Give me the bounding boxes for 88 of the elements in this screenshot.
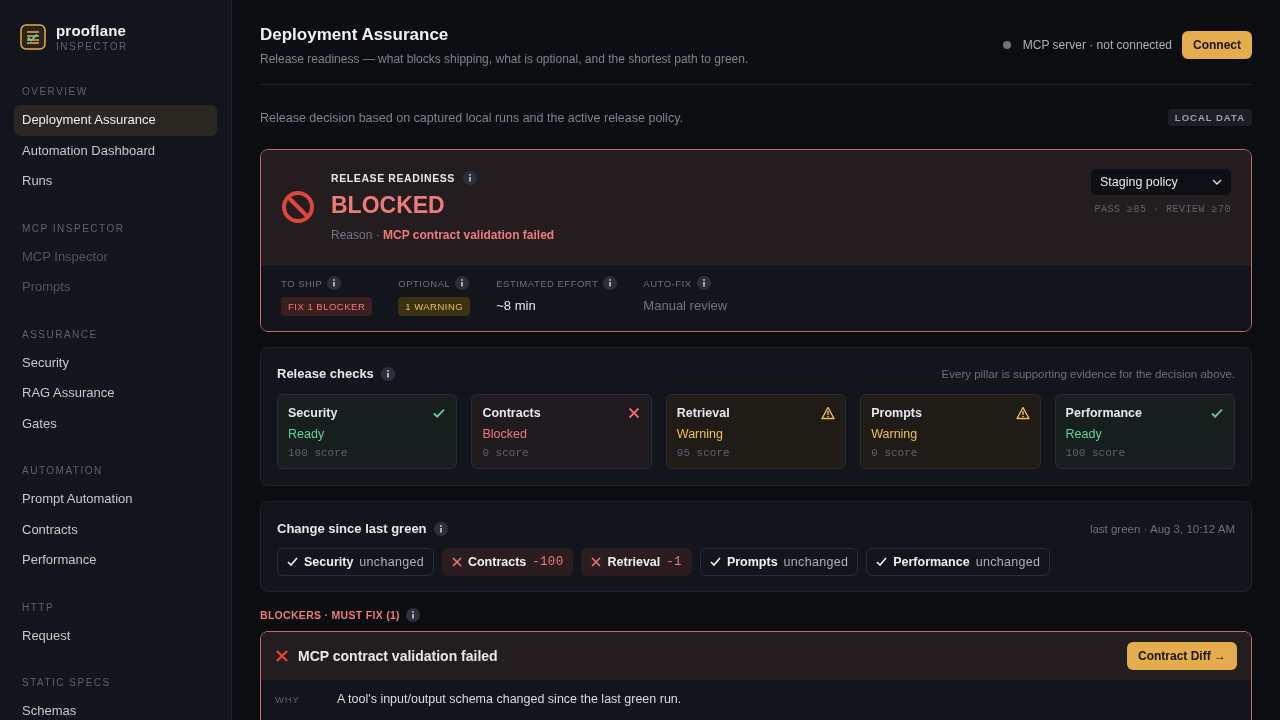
pillar-status: Warning	[871, 427, 919, 441]
readiness-reason: Reason · MCP contract validation failed	[331, 228, 555, 242]
metric-value: Manual review	[643, 298, 728, 313]
readiness-status: BLOCKED	[331, 192, 446, 219]
info-icon	[455, 276, 470, 290]
change-chip: Contracts -100	[441, 548, 574, 576]
check-icon	[432, 406, 447, 420]
timestamp: last green · Aug 3, 10:12 AM	[1089, 522, 1235, 535]
cross-icon	[275, 649, 289, 663]
detail-text: A tool's input/output schema changed since the last green run.	[337, 692, 682, 706]
info-icon	[463, 171, 477, 185]
close-icon	[626, 406, 641, 420]
sidebar-item[interactable]: Contracts	[14, 514, 217, 545]
pillar-status: Ready	[288, 427, 326, 441]
brand-name: prooflane	[56, 22, 128, 39]
policy-thresholds: PASS ≥85 · REVIEW ≥70	[1094, 204, 1231, 215]
sidebar-item[interactable]: Schemas	[14, 696, 217, 720]
pillar-status: Blocked	[482, 427, 528, 441]
contract-diff-button[interactable]: Contract Diff →	[1127, 642, 1237, 670]
metric-badge: FIX 1 BLOCKER	[281, 297, 373, 316]
section-heading: OVERVIEW	[21, 86, 89, 99]
chevron-down-icon	[1212, 179, 1222, 185]
logo-icon	[20, 24, 46, 50]
sidebar-item[interactable]: Gates	[14, 408, 217, 439]
section-heading: ASSURANCE	[21, 328, 99, 342]
section-heading: HTTP	[21, 601, 56, 615]
detail-label: WHY	[275, 694, 301, 705]
pillar-name: Retrieval	[676, 406, 730, 420]
section-heading: AUTOMATION	[21, 465, 104, 478]
check-icon	[1210, 406, 1224, 420]
pillar-name: Contracts	[482, 406, 541, 420]
metric-badge: 1 WARNING	[398, 297, 471, 316]
warning-icon	[821, 406, 836, 420]
metric-label: OPTIONAL	[398, 277, 451, 289]
policy-select[interactable]: Staging policy	[1091, 169, 1231, 195]
sidebar-item[interactable]: Security	[14, 347, 217, 378]
metric-label: AUTO-FIX	[643, 277, 692, 289]
pillar-score: 0 score	[482, 447, 530, 459]
sidebar-item[interactable]: Runs	[14, 166, 217, 197]
pillar-score: 95 score	[676, 447, 731, 459]
sidebar-item[interactable]: Prompt Automation	[14, 484, 217, 515]
cross-icon	[451, 557, 462, 567]
pillar-name: Performance	[1065, 406, 1143, 420]
change-chip: Retrieval -1	[581, 548, 692, 576]
info-icon	[603, 276, 618, 290]
page-title: Deployment Assurance	[260, 25, 450, 45]
change-chip: Performance unchanged	[866, 548, 1051, 576]
data-badge: LOCAL DATA	[1167, 109, 1252, 126]
warning-icon	[1015, 406, 1030, 420]
sidebar-item[interactable]: Performance	[14, 545, 217, 576]
page-subtitle: Release readiness — what blocks shipping, what is optional, and the shortest path to green.	[260, 52, 749, 66]
pillar-name: Prompts	[871, 406, 922, 420]
pillar-score: 0 score	[871, 447, 919, 459]
blocker-title: MCP contract validation failed	[298, 648, 498, 664]
server-status: MCP server · not connected	[1022, 38, 1172, 52]
info-icon	[380, 366, 395, 381]
sidebar-item[interactable]: RAG Assurance	[14, 378, 217, 409]
connect-button[interactable]: Connect	[1182, 31, 1252, 59]
sidebar-item[interactable]: Deployment Assurance	[14, 105, 217, 136]
pillar-status: Warning	[676, 427, 724, 441]
check-icon	[876, 557, 888, 567]
cross-icon	[591, 557, 602, 567]
sidebar-item[interactable]: Request	[14, 620, 217, 651]
card-note: Every pillar is supporting evidence for the decision above.	[941, 367, 1235, 380]
metric-value: ~8 min	[496, 298, 536, 313]
info-icon	[696, 276, 711, 290]
section-label: RELEASE READINESS	[331, 172, 455, 184]
change-chip: Security unchanged	[277, 548, 434, 576]
check-icon	[709, 557, 721, 567]
pillar-score: 100 score	[288, 447, 349, 459]
pillar-status: Ready	[1065, 427, 1103, 441]
section-heading: STATIC SPECS	[21, 677, 112, 690]
card-title: Change since last green	[277, 521, 427, 536]
section-heading: BLOCKERS · MUST FIX (1)	[260, 609, 400, 621]
card-title: Release checks	[277, 366, 374, 381]
change-chip: Prompts unchanged	[699, 548, 859, 576]
section-heading: MCP INSPECTOR	[21, 222, 126, 236]
metric-label: ESTIMATED EFFORT	[496, 277, 599, 289]
info-icon	[433, 521, 448, 536]
metric-label: TO SHIP	[281, 277, 323, 289]
info-icon	[405, 608, 420, 622]
sidebar-item[interactable]: Automation Dashboard	[14, 135, 217, 166]
brand-subtitle: INSPECTOR	[56, 41, 128, 52]
pillar-score: 100 score	[1065, 447, 1126, 459]
pillar-name: Security	[288, 406, 338, 420]
check-icon	[287, 557, 298, 567]
decision-note: Release decision based on captured local runs and the active release policy.	[260, 110, 683, 125]
info-icon	[327, 276, 342, 290]
